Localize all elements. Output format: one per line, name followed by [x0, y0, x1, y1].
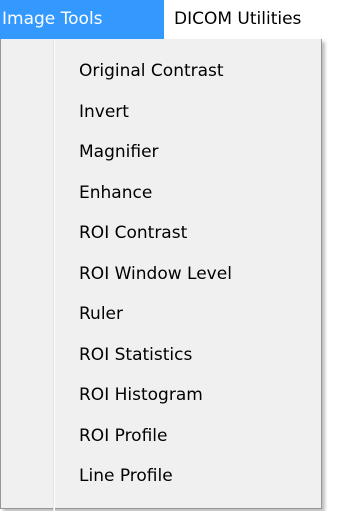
dropdown-menu-list: Original Contrast Invert Magnifier Enhan… — [1, 51, 321, 497]
menu-dicom-utilities[interactable]: DICOM Utilities — [164, 0, 307, 39]
menu-item-roi-histogram[interactable]: ROI Histogram — [1, 375, 321, 416]
menu-bar: Image Tools DICOM Utilities — [0, 0, 344, 41]
menu-item-original-contrast[interactable]: Original Contrast — [1, 51, 321, 92]
image-tools-dropdown: Original Contrast Invert Magnifier Enhan… — [0, 39, 322, 511]
menu-item-roi-profile[interactable]: ROI Profile — [1, 416, 321, 457]
menu-item-enhance[interactable]: Enhance — [1, 173, 321, 214]
menu-item-roi-contrast[interactable]: ROI Contrast — [1, 213, 321, 254]
menu-item-roi-statistics[interactable]: ROI Statistics — [1, 335, 321, 376]
menu-item-invert[interactable]: Invert — [1, 92, 321, 133]
menu-item-ruler[interactable]: Ruler — [1, 294, 321, 335]
menu-item-magnifier[interactable]: Magnifier — [1, 132, 321, 173]
menu-item-roi-window-level[interactable]: ROI Window Level — [1, 254, 321, 295]
menu-item-line-profile[interactable]: Line Profile — [1, 456, 321, 497]
menu-image-tools[interactable]: Image Tools — [0, 0, 164, 39]
